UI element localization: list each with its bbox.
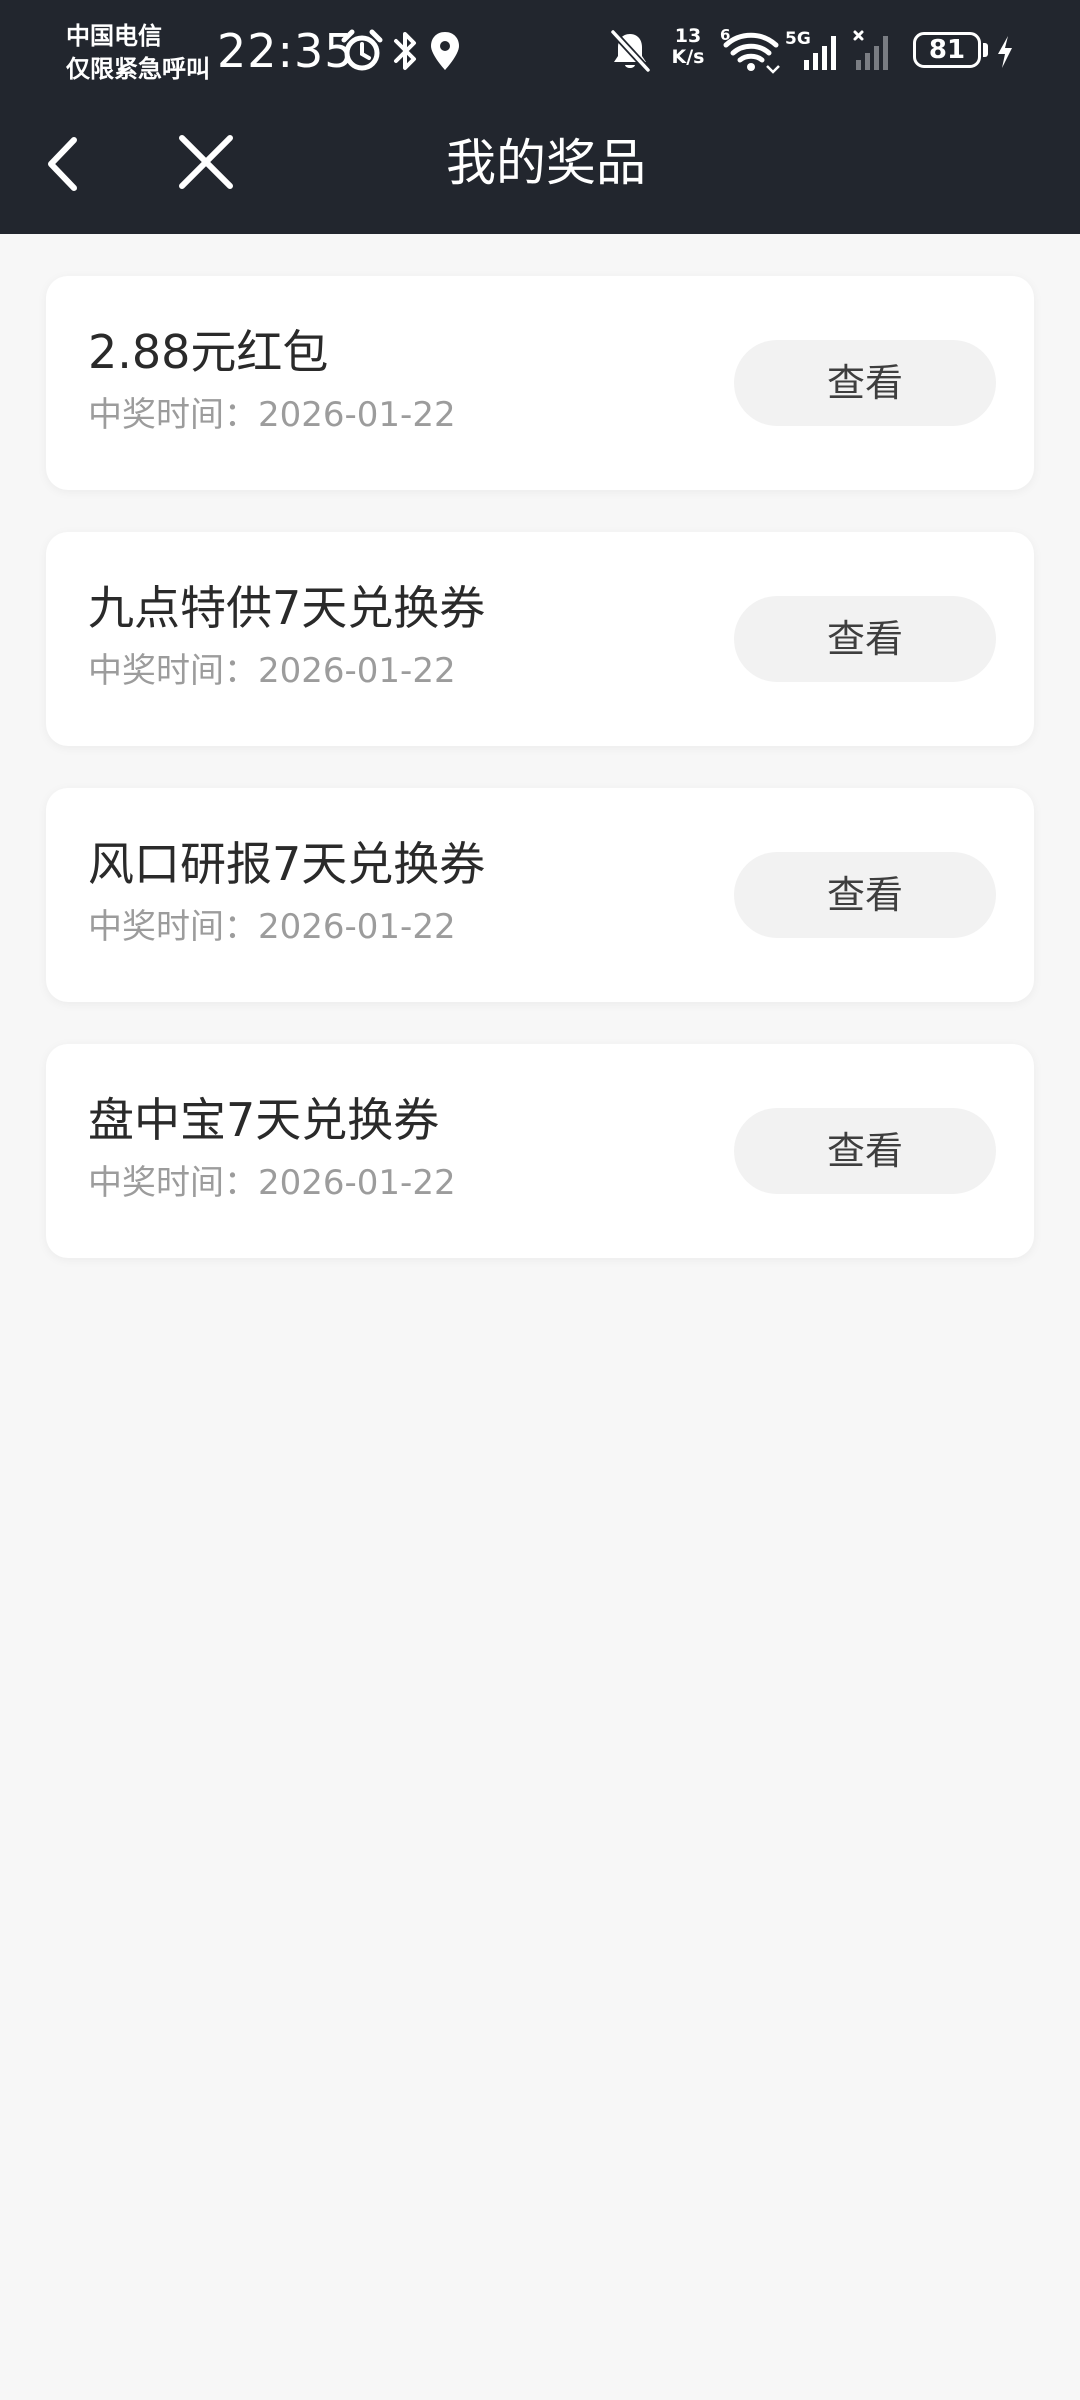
nav-bar: 我的奖品 [0,102,1080,234]
alarm-icon [340,28,384,74]
prize-win-date: 中奖时间：2026-01-22 [88,1163,456,1203]
location-icon [428,28,462,74]
prize-card: 盘中宝7天兑换券 中奖时间：2026-01-22 查看 [46,1044,1034,1258]
charging-icon [994,28,1016,74]
prize-list: 2.88元红包 中奖时间：2026-01-22 查看 九点特供7天兑换券 中奖时… [46,276,1034,1300]
prize-card: 九点特供7天兑换券 中奖时间：2026-01-22 查看 [46,532,1034,746]
battery-icon: 81 [913,32,981,68]
signal-no-service-icon [850,28,900,74]
wifi-standard-badge: 6 [720,28,730,44]
prize-name: 盘中宝7天兑换券 [88,1093,440,1147]
view-prize-button[interactable]: 查看 [734,1108,996,1194]
prize-win-date: 中奖时间：2026-01-22 [88,651,456,691]
battery-level: 81 [928,35,966,65]
mute-bell-icon [608,28,652,74]
prize-card: 2.88元红包 中奖时间：2026-01-22 查看 [46,276,1034,490]
prize-name: 风口研报7天兑换券 [88,837,486,891]
network-speed-value: 13 [674,25,702,47]
prize-win-date: 中奖时间：2026-01-22 [88,395,456,435]
view-prize-button[interactable]: 查看 [734,340,996,426]
carrier-info: 中国电信 仅限紧急呼叫 [66,20,210,86]
status-bar: 中国电信 仅限紧急呼叫 22:35 13 K/s 6 5G 81 [0,0,1080,102]
carrier-name: 中国电信 [66,22,162,50]
view-prize-button[interactable]: 查看 [734,596,996,682]
bluetooth-icon [390,28,420,74]
view-prize-button[interactable]: 查看 [734,852,996,938]
battery-tip [983,43,988,57]
network-speed-unit: K/s [671,46,705,68]
wifi-icon: 6 [720,28,782,74]
network-type-label: 5G [785,29,811,49]
prize-win-date: 中奖时间：2026-01-22 [88,907,456,947]
page-title: 我的奖品 [446,134,646,192]
app-header: 中国电信 仅限紧急呼叫 22:35 13 K/s 6 5G 81 我的奖品 [0,0,1080,234]
signal-icon: 5G [784,28,844,74]
network-speed: 13 K/s [666,26,710,68]
prize-card: 风口研报7天兑换券 中奖时间：2026-01-22 查看 [46,788,1034,1002]
carrier-status: 仅限紧急呼叫 [66,55,210,83]
prize-name: 2.88元红包 [88,325,329,379]
prize-name: 九点特供7天兑换券 [88,581,486,635]
status-time: 22:35 [217,24,355,78]
